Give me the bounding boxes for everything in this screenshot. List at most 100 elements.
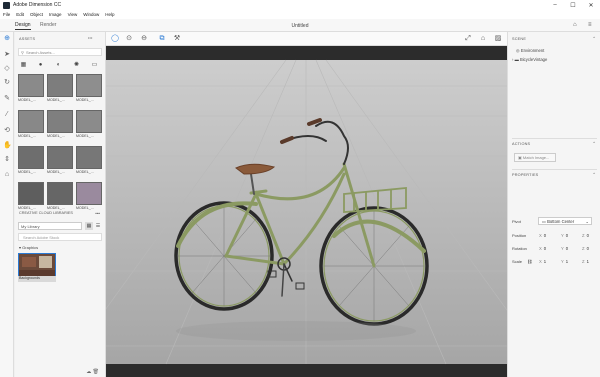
scene-item-environment[interactable]: ◎ Environment: [516, 48, 544, 53]
scene-item-bicycle[interactable]: › ▬ BicycleVintage: [512, 57, 547, 62]
asset-thumbnail[interactable]: MODEL_...: [47, 110, 73, 141]
comments-icon[interactable]: ≡: [588, 22, 595, 28]
library-search-input[interactable]: Search Adobe Stock: [18, 233, 102, 241]
close-button[interactable]: ✕: [582, 2, 600, 9]
pan-tool-icon[interactable]: ⊙: [125, 35, 133, 43]
camera-icon[interactable]: ⌂: [3, 171, 11, 179]
rotation-x-field[interactable]: X0: [539, 246, 546, 251]
lights-category-icon[interactable]: ◐: [55, 62, 62, 69]
mode-tab-bar: Untitled Design Render ⌂ ≡: [0, 19, 600, 32]
asset-thumbnail[interactable]: MODEL_...: [76, 182, 102, 213]
menu-image[interactable]: Image: [49, 12, 62, 17]
position-x-field[interactable]: X0: [539, 233, 546, 238]
scale-y-field[interactable]: Y1: [561, 259, 568, 264]
asset-thumbnail[interactable]: MODEL_...: [18, 110, 44, 141]
scene-header: SCENE: [512, 37, 527, 41]
scene-collapse-icon[interactable]: ⌃: [592, 36, 596, 42]
tab-design[interactable]: Design: [15, 22, 31, 30]
maximize-button[interactable]: ☐: [564, 2, 582, 9]
asset-thumbnail[interactable]: MODEL_...: [76, 146, 102, 177]
menu-file[interactable]: File: [3, 12, 10, 17]
position-x-value: 0: [543, 233, 547, 238]
menu-object[interactable]: Object: [30, 12, 43, 17]
scale-z-field[interactable]: Z1: [582, 259, 589, 264]
app-logo-icon: [3, 1, 10, 9]
viewport[interactable]: ◯ ⊙ ⊖ ⧉ ⚒ ⤢ ⌂ ▨: [106, 32, 507, 377]
viewport-toolbar: ◯ ⊙ ⊖ ⧉ ⚒ ⤢ ⌂ ▨: [106, 32, 507, 46]
scale-x-field[interactable]: X1: [539, 259, 546, 264]
minimize-button[interactable]: –: [546, 2, 564, 8]
pan-icon[interactable]: ↻: [3, 79, 11, 87]
menu-window[interactable]: Window: [83, 12, 99, 17]
library-select[interactable]: My Library: [18, 222, 82, 230]
tool-strip: ⊕ ➤ ◇ ↻ ✎ ⁄ ⟲ ✋ ⇕ ⌂: [0, 32, 14, 377]
match-image-button[interactable]: ▣ Match Image...: [514, 153, 556, 162]
globe-icon: ◎: [516, 48, 520, 53]
menu-bar: File Edit Object Image View Window Help: [0, 10, 600, 19]
assets-search-input[interactable]: ⚲ Search Assets...: [18, 48, 102, 56]
image-icon: ▣: [518, 155, 522, 160]
scale-x-value: 1: [543, 259, 547, 264]
asset-thumbnail-label: MODEL_...: [47, 170, 65, 174]
title-bar: Adobe Dimension CC – ☐ ✕: [0, 0, 600, 10]
pivot-select[interactable]: ▭ Bottom Center ⌄: [538, 217, 592, 225]
actions-collapse-icon[interactable]: ⌃: [592, 141, 596, 147]
asset-thumbnail[interactable]: MODEL_...: [47, 182, 73, 213]
sampler-icon[interactable]: ⟲: [3, 127, 11, 135]
asset-thumbnail-image: [18, 182, 44, 205]
grid-view-icon[interactable]: ▦: [85, 222, 93, 230]
asset-thumbnail-label: MODEL_...: [76, 170, 94, 174]
asset-thumbnail[interactable]: MODEL_...: [18, 146, 44, 177]
models-category-icon[interactable]: ▦: [20, 62, 27, 69]
asset-thumbnail[interactable]: MODEL_...: [47, 146, 73, 177]
environment-category-icon[interactable]: ✺: [73, 62, 80, 69]
dolly-tool-icon[interactable]: ⊖: [140, 35, 148, 43]
position-z-field[interactable]: Z0: [582, 233, 589, 238]
bookmark-icon[interactable]: ⧉: [158, 35, 166, 43]
render-preview-icon[interactable]: ▨: [494, 35, 502, 43]
right-panel: SCENE ⌃ ◎ Environment › ▬ BicycleVintage…: [507, 32, 600, 377]
add-icon[interactable]: ⊕: [3, 35, 11, 43]
orbit-icon[interactable]: ◇: [3, 65, 11, 73]
orbit-tool-icon[interactable]: ◯: [111, 35, 119, 43]
document-title: Untitled: [291, 23, 309, 29]
list-view-icon[interactable]: ☰: [94, 222, 102, 230]
trash-icon[interactable]: 🗑: [93, 369, 99, 375]
asset-thumbnail[interactable]: MODEL_...: [76, 74, 102, 105]
eyedropper-icon[interactable]: ⁄: [3, 111, 11, 119]
asset-thumbnail[interactable]: MODEL_...: [47, 74, 73, 105]
menu-help[interactable]: Help: [105, 12, 114, 17]
scale-link-icon[interactable]: ⛓: [527, 259, 532, 265]
select-icon[interactable]: ➤: [3, 51, 11, 59]
rotation-y-field[interactable]: Y0: [561, 246, 568, 251]
scene-item-label: Environment: [520, 48, 545, 53]
menu-view[interactable]: View: [68, 12, 78, 17]
asset-thumbnail-label: MODEL_...: [18, 134, 36, 138]
asset-thumbnail[interactable]: MODEL_...: [76, 110, 102, 141]
position-y-field[interactable]: Y0: [561, 233, 568, 238]
hand-icon[interactable]: ✋: [3, 142, 12, 150]
asset-thumbnail[interactable]: MODEL_...: [18, 182, 44, 213]
graphics-group-label[interactable]: ▾ Graphics: [19, 245, 38, 250]
3d-canvas[interactable]: [106, 46, 507, 377]
images-category-icon[interactable]: ▭: [91, 62, 98, 69]
snap-icon[interactable]: ⚒: [173, 35, 181, 43]
assets-menu-button[interactable]: •••: [88, 36, 93, 40]
dolly-icon[interactable]: ⇕: [3, 156, 11, 164]
position-y-value: 0: [565, 233, 569, 238]
assets-header: ASSETS: [19, 37, 36, 41]
graphic-name-label: Backgrounds: [18, 276, 56, 282]
tab-render[interactable]: Render: [40, 22, 56, 28]
divider: [512, 169, 597, 170]
cc-libraries-menu-button[interactable]: •••: [95, 211, 100, 216]
learn-icon[interactable]: ⌂: [573, 22, 580, 28]
frame-icon[interactable]: ⤢: [464, 35, 472, 43]
properties-collapse-icon[interactable]: ⌃: [592, 172, 596, 178]
magic-wand-icon[interactable]: ✎: [3, 95, 11, 103]
rotation-z-field[interactable]: Z0: [582, 246, 589, 251]
menu-edit[interactable]: Edit: [16, 12, 24, 17]
sync-icon[interactable]: ☁: [86, 369, 91, 375]
camera-view-icon[interactable]: ⌂: [479, 35, 487, 43]
materials-category-icon[interactable]: ●: [37, 62, 44, 69]
asset-thumbnail[interactable]: MODEL_...: [18, 74, 44, 105]
